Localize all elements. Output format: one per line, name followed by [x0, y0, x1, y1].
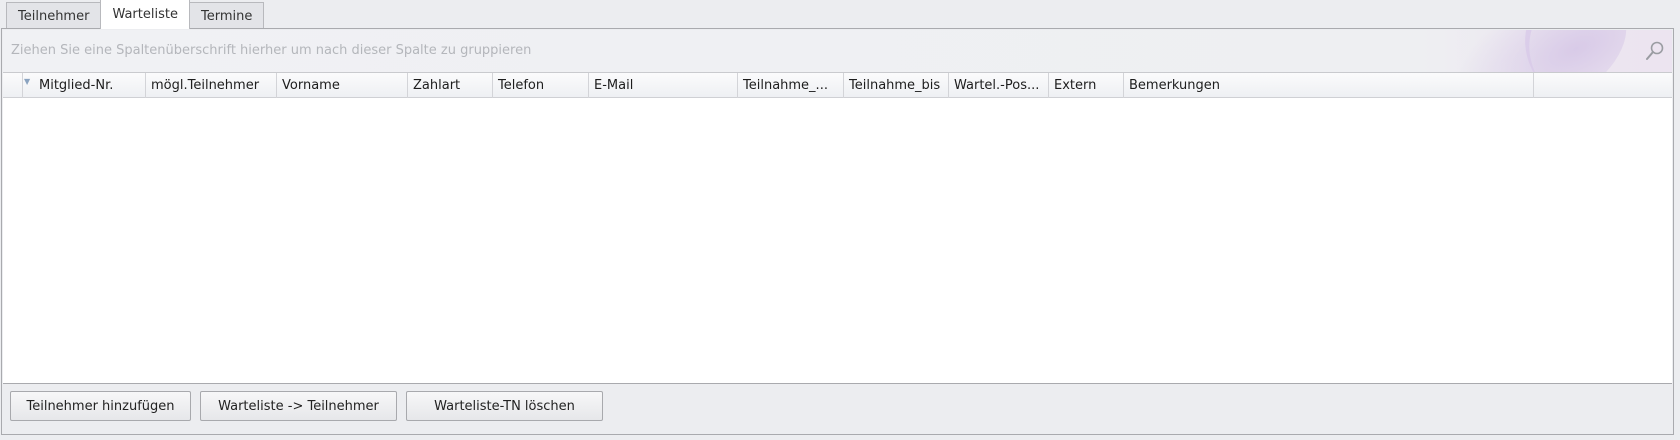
column-header-mitglied-nr[interactable]: Mitglied-Nr.: [34, 73, 146, 98]
delete-waitlist-participant-button[interactable]: Warteliste-TN löschen: [406, 391, 603, 421]
column-header-teilnahme-bis[interactable]: Teilnahme_bis: [844, 73, 949, 98]
column-header-filler: [1534, 73, 1672, 98]
tab-termine[interactable]: Termine: [188, 2, 265, 29]
column-header-zahlart[interactable]: Zahlart: [408, 73, 493, 98]
add-participant-button[interactable]: Teilnehmer hinzufügen: [10, 391, 191, 421]
tab-strip: Teilnehmer Warteliste Termine: [6, 0, 265, 29]
group-by-hint: Ziehen Sie eine Spaltenüberschrift hierh…: [11, 43, 532, 58]
column-header-warteliste-position[interactable]: Wartel.-Pos...: [949, 73, 1049, 98]
filter-header-cell[interactable]: ▼: [23, 73, 34, 98]
group-by-panel[interactable]: Ziehen Sie eine Spaltenüberschrift hierh…: [3, 30, 1672, 72]
tab-warteliste[interactable]: Warteliste: [100, 0, 190, 29]
column-header-moegl-teilnehmer[interactable]: mögl.Teilnehmer: [146, 73, 277, 98]
tab-teilnehmer[interactable]: Teilnehmer: [6, 2, 102, 29]
row-indicator-header: [3, 73, 23, 98]
column-header-vorname[interactable]: Vorname: [277, 73, 408, 98]
action-button-bar: Teilnehmer hinzufügen Warteliste -> Teil…: [10, 391, 612, 421]
column-header-email[interactable]: E-Mail: [589, 73, 738, 98]
search-icon[interactable]: [1644, 40, 1666, 62]
waitlist-to-participant-button[interactable]: Warteliste -> Teilnehmer: [200, 391, 397, 421]
filter-icon[interactable]: ▼: [24, 77, 30, 86]
column-header-teilnahme-von[interactable]: Teilnahme_...: [738, 73, 844, 98]
column-header-telefon[interactable]: Telefon: [493, 73, 589, 98]
warteliste-panel: Ziehen Sie eine Spaltenüberschrift hierh…: [1, 28, 1674, 435]
grid-header-row: ▼ Mitglied-Nr. mögl.Teilnehmer Vorname Z…: [3, 73, 1672, 98]
column-header-extern[interactable]: Extern: [1049, 73, 1124, 98]
waitlist-grid[interactable]: ▼ Mitglied-Nr. mögl.Teilnehmer Vorname Z…: [3, 72, 1672, 384]
column-header-bemerkungen[interactable]: Bemerkungen: [1124, 73, 1534, 98]
